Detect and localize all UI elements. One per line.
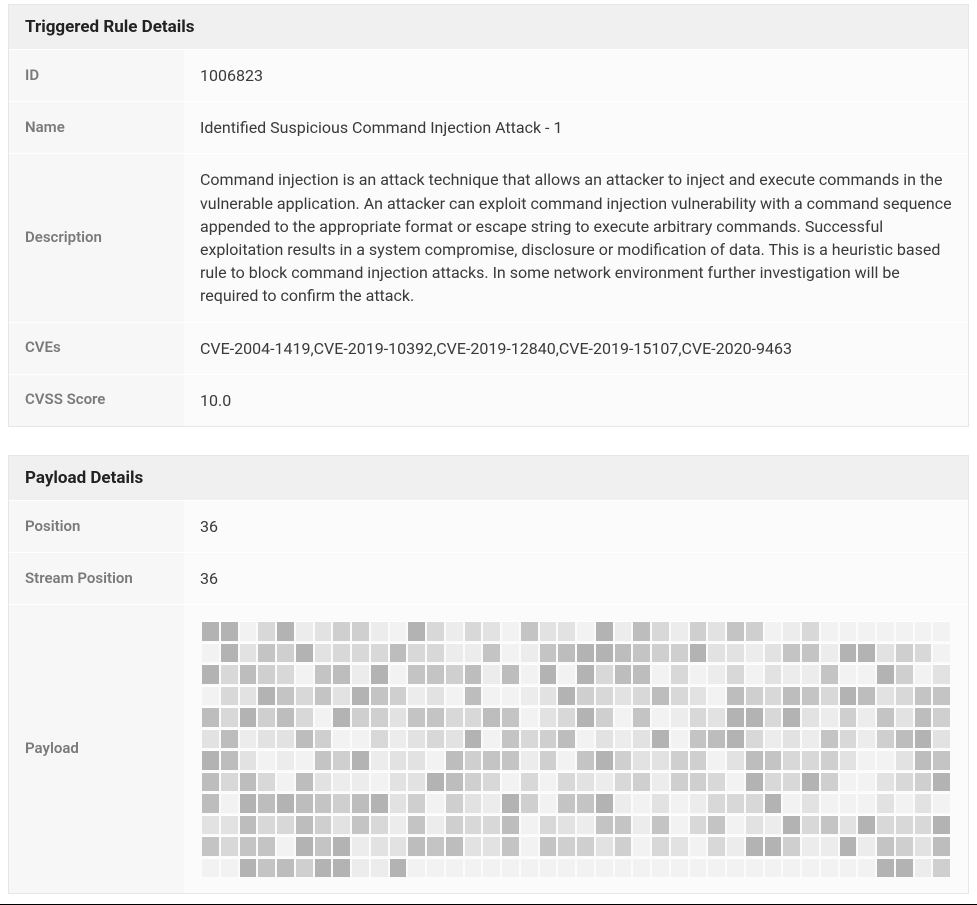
value-cves: CVE-2004-1419,CVE-2019-10392,CVE-2019-12… bbox=[184, 322, 968, 374]
value-position: 36 bbox=[184, 500, 968, 552]
label-cvss-score: CVSS Score bbox=[9, 374, 184, 426]
payload-panel: Payload Details Position 36 Stream Posit… bbox=[8, 455, 969, 894]
payload-table: Position 36 Stream Position 36 Payload bbox=[9, 500, 968, 893]
value-description: Command injection is an attack technique… bbox=[184, 154, 968, 322]
table-row: Stream Position 36 bbox=[9, 553, 968, 605]
label-payload: Payload bbox=[9, 605, 184, 894]
label-stream-position: Stream Position bbox=[9, 553, 184, 605]
table-row: CVSS Score 10.0 bbox=[9, 374, 968, 426]
payload-redacted-pixelation bbox=[200, 619, 952, 879]
table-row: Position 36 bbox=[9, 500, 968, 552]
triggered-rule-table: ID 1006823 Name Identified Suspicious Co… bbox=[9, 49, 968, 426]
table-row: Payload bbox=[9, 605, 968, 894]
triggered-rule-title: Triggered Rule Details bbox=[9, 5, 968, 49]
value-cvss-score: 10.0 bbox=[184, 374, 968, 426]
page-root: Triggered Rule Details ID 1006823 Name I… bbox=[0, 4, 977, 905]
label-cves: CVEs bbox=[9, 322, 184, 374]
table-row: Description Command injection is an atta… bbox=[9, 154, 968, 322]
table-row: Name Identified Suspicious Command Injec… bbox=[9, 102, 968, 154]
payload-title: Payload Details bbox=[9, 456, 968, 500]
table-row: CVEs CVE-2004-1419,CVE-2019-10392,CVE-20… bbox=[9, 322, 968, 374]
value-payload-redacted bbox=[184, 605, 968, 894]
label-description: Description bbox=[9, 154, 184, 322]
label-name: Name bbox=[9, 102, 184, 154]
value-id: 1006823 bbox=[184, 50, 968, 102]
triggered-rule-panel: Triggered Rule Details ID 1006823 Name I… bbox=[8, 4, 969, 427]
value-name: Identified Suspicious Command Injection … bbox=[184, 102, 968, 154]
label-position: Position bbox=[9, 500, 184, 552]
value-stream-position: 36 bbox=[184, 553, 968, 605]
label-id: ID bbox=[9, 50, 184, 102]
table-row: ID 1006823 bbox=[9, 50, 968, 102]
